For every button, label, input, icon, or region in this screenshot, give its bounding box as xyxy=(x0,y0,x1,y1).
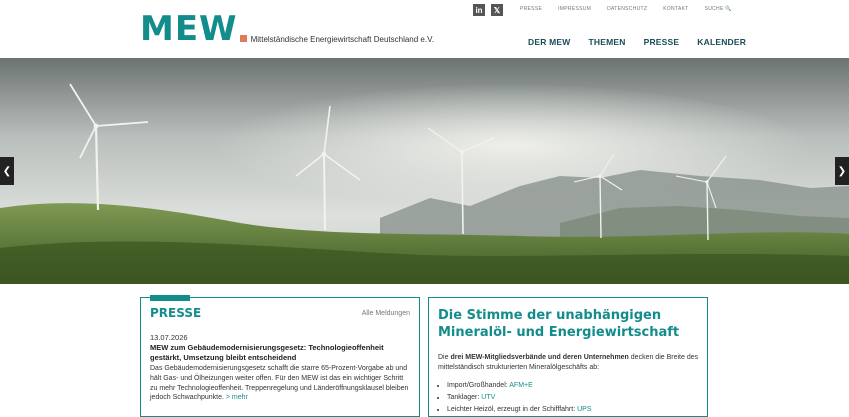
read-more-link[interactable]: > mehr xyxy=(226,394,248,401)
slider-prev-button[interactable]: ❮ xyxy=(0,157,14,185)
main-nav-kalender[interactable]: KALENDER xyxy=(697,37,746,47)
press-item-date: 13.07.2026 xyxy=(150,333,188,342)
utility-nav-suche[interactable]: SUCHE 🔍 xyxy=(705,6,732,12)
association-link-afme[interactable]: AFM+E xyxy=(509,382,533,389)
list-item-label: Tanklager: xyxy=(447,394,482,401)
utility-nav-kontakt[interactable]: KONTAKT xyxy=(663,6,688,12)
member-association-list: Import/Großhandel: AFM+E Tanklager: UTV … xyxy=(447,380,709,416)
hero-slider-image xyxy=(0,58,849,284)
press-panel-title: PRESSE xyxy=(150,306,202,320)
about-panel: Die Stimme der unabhängigen Mineralöl- u… xyxy=(428,297,708,417)
association-link-utv[interactable]: UTV xyxy=(481,394,495,401)
list-item-label: Leichter Heizöl, erzeugt in der Schifffa… xyxy=(447,406,578,413)
intro-pre: Die xyxy=(438,354,451,361)
press-item-headline[interactable]: MEW zum Gebäudemodernisierungsgesetz: Te… xyxy=(150,343,410,363)
list-item-label: Import/Großhandel: xyxy=(447,382,510,389)
main-nav-der-mew[interactable]: DER MEW xyxy=(528,37,570,47)
press-panel-accent-bar xyxy=(150,295,190,301)
logo-wordmark: MEW xyxy=(140,9,238,49)
press-item-text: Das Gebäudemodernisierungsgesetz schafft… xyxy=(150,365,409,402)
search-label: SUCHE xyxy=(704,6,724,12)
all-news-link[interactable]: Alle Meldungen xyxy=(362,310,410,317)
utility-nav: PRESSE IMPRESSUM DATENSCHUTZ KONTAKT SUC… xyxy=(520,6,732,12)
logo-subtitle: Mittelständische Energiewirtschaft Deuts… xyxy=(250,35,434,44)
slider-next-button[interactable]: ❯ xyxy=(835,157,849,185)
utility-nav-impressum[interactable]: IMPRESSUM xyxy=(558,6,591,12)
about-panel-intro: Die drei MEW-Mitgliedsverbände und deren… xyxy=(438,353,700,373)
wind-turbines-landscape xyxy=(0,58,849,284)
association-link-ups[interactable]: UPS xyxy=(577,406,591,413)
linkedin-icon[interactable]: in xyxy=(473,4,485,16)
main-nav-themen[interactable]: THEMEN xyxy=(588,37,625,47)
list-item: Leichter Heizöl, erzeugt in der Schifffa… xyxy=(447,404,709,416)
list-item: Import/Großhandel: AFM+E xyxy=(447,380,709,392)
utility-nav-presse[interactable]: PRESSE xyxy=(520,6,542,12)
site-header: MEW Mittelständische Energiewirtschaft D… xyxy=(0,0,849,58)
utility-nav-datenschutz[interactable]: DATENSCHUTZ xyxy=(607,6,647,12)
social-links: in 𝕏 xyxy=(473,4,503,16)
about-panel-title: Die Stimme der unabhängigen Mineralöl- u… xyxy=(438,308,680,340)
site-logo[interactable]: MEW Mittelständische Energiewirtschaft D… xyxy=(140,9,434,49)
main-nav-presse[interactable]: PRESSE xyxy=(644,37,680,47)
logo-accent-square xyxy=(239,35,247,42)
press-panel: PRESSE Alle Meldungen 13.07.2026 MEW zum… xyxy=(140,295,420,417)
main-nav: DER MEW THEMEN PRESSE KALENDER xyxy=(528,37,746,47)
press-item-body: Das Gebäudemodernisierungsgesetz schafft… xyxy=(150,364,412,403)
intro-bold: drei MEW-Mitgliedsverbände und deren Unt… xyxy=(450,354,629,361)
x-icon[interactable]: 𝕏 xyxy=(491,4,503,16)
list-item: Tanklager: UTV xyxy=(447,392,709,404)
search-icon: 🔍 xyxy=(725,6,732,12)
